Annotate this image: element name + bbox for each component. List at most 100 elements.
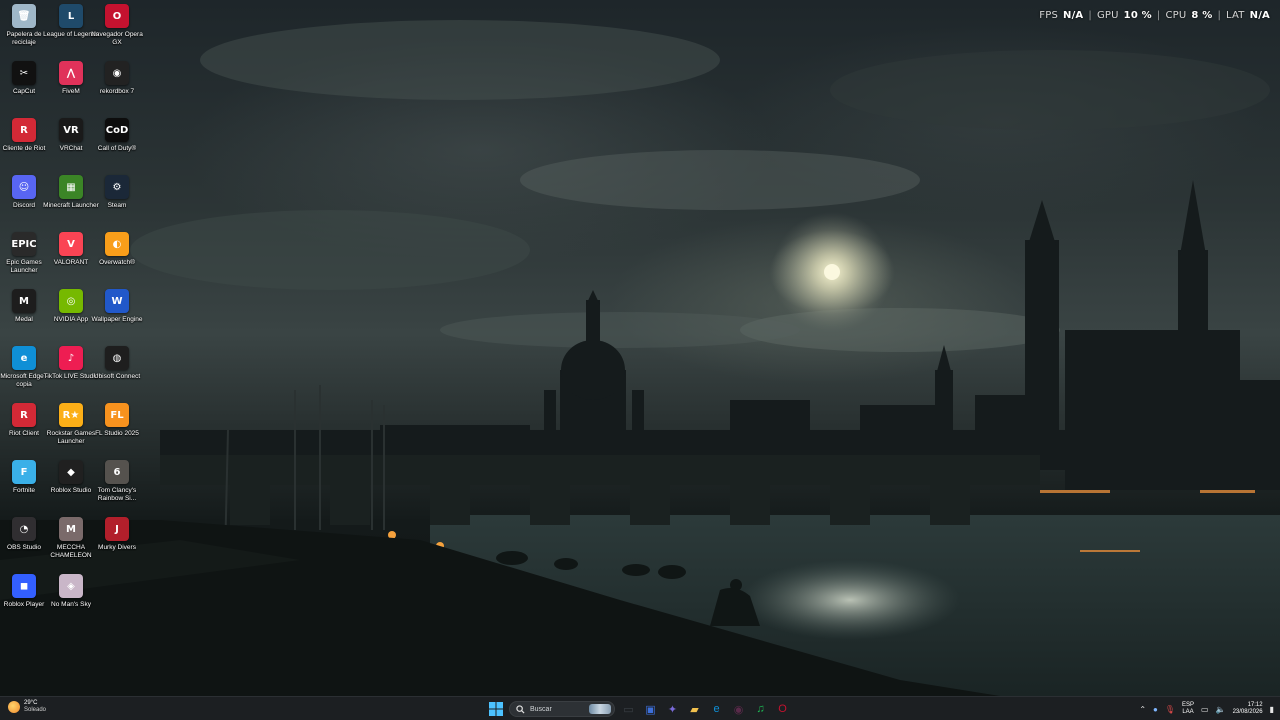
fps-value: N/A [1063,10,1084,21]
desktop-icon-label: FL Studio 2025 [95,430,139,437]
wallpaper-moonlit-city [0,20,1280,696]
desktop-icon-obs[interactable]: ◔ OBS Studio [0,517,48,552]
store-icon: ▣ [645,703,656,716]
desktop-icon-ubisoft[interactable]: ◍ Ubisoft Connect [93,346,141,381]
search-box[interactable]: Buscar [509,701,615,717]
desktop-icon-overwatch[interactable]: ◐ Overwatch® [93,232,141,267]
desktop-icon-wallpaper-engine[interactable]: W Wallpaper Engine [91,289,143,324]
desktop-icon-nvidia[interactable]: ◎ NVIDIA App [47,289,95,324]
desktop-icon-steam[interactable]: ⚙ Steam [93,175,141,210]
app-taskbar-button[interactable]: ◉ [730,701,747,718]
desktop: FPS N/A | GPU 10 % | CPU 8 % | LAT N/A 🗑… [0,0,1280,696]
discord-icon: ☺ [12,175,36,199]
search-icon [516,704,525,714]
desktop-icon-label: Murky Divers [98,544,136,551]
task-view-icon: ▭ [623,703,634,716]
search-placeholder: Buscar [530,705,552,713]
desktop-icon-no-mans-sky[interactable]: ◈ No Man's Sky [47,574,95,609]
chevron-up-icon[interactable]: ⌃ [1139,705,1146,714]
nvidia-icon: ◎ [59,289,83,313]
tray-app-icon[interactable]: ● [1153,705,1158,714]
desktop-icon-vrchat[interactable]: VR VRChat [47,118,95,153]
task-view-button[interactable]: ▭ [620,701,637,718]
spotify-icon: ♫ [756,703,765,715]
desktop-icon-fl-studio[interactable]: FL FL Studio 2025 [93,403,141,438]
desktop-icon-label: Ubisoft Connect [93,373,141,380]
system-tray: ⌃ ● 🎙 ESP LAA ▭ 🔈 17:12 23/08/2026 ▮ [1139,700,1274,718]
overwatch-icon: ◐ [105,232,129,256]
league-icon: L [59,4,83,28]
desktop-icon-label: Steam [107,202,127,209]
desktop-icon-valorant[interactable]: V VALORANT [47,232,95,267]
edge-taskbar-button[interactable]: e [708,701,725,718]
clock-date: 23/08/2026 [1232,709,1263,715]
desktop-icon-riot-client[interactable]: R Cliente de Riot [0,118,48,153]
minecraft-icon: ▦ [59,175,83,199]
weather-widget[interactable]: 29°C Soleado [8,700,46,714]
spotify-button[interactable]: ♫ [752,701,769,718]
desktop-icon-fivem[interactable]: ⋀ FiveM [47,61,95,96]
sun-icon [8,701,20,713]
meccha-chameleon-icon: M [59,517,83,541]
desktop-icon-minecraft[interactable]: ▦ Minecraft Launcher [43,175,99,210]
murky-divers-icon: J [105,517,129,541]
separator: | [1088,10,1092,21]
rainbow-six-icon: 6 [105,460,129,484]
lat-label: LAT [1226,10,1245,21]
recycle-bin-icon: 🗑 [12,4,36,28]
roblox-studio-icon: ◆ [59,460,83,484]
obs-icon: ◔ [12,517,36,541]
store-button[interactable]: ▣ [642,701,659,718]
opera-gx-icon: O [105,4,129,28]
opera-gx-taskbar-icon: O [778,703,787,715]
no-mans-sky-icon: ◈ [59,574,83,598]
desktop-icon-fortnite[interactable]: F Fortnite [0,460,48,495]
cpu-label: CPU [1165,10,1187,21]
performance-overlay: FPS N/A | GPU 10 % | CPU 8 % | LAT N/A [1039,10,1270,21]
desktop-icon-riot-client-2[interactable]: R Riot Client [0,403,48,438]
copilot-button[interactable]: ✦ [664,701,681,718]
network-icon[interactable]: ▭ [1201,705,1209,714]
desktop-icon-league[interactable]: L League of Legends [43,4,99,39]
desktop-icon-label: Tom Clancy's Rainbow Si... [97,487,137,502]
clock-time: 17:12 [1247,702,1263,708]
desktop-icon-opera-gx[interactable]: O Navegador Opera GX [91,4,143,46]
capcut-icon: ✂ [12,61,36,85]
desktop-icon-recycle-bin[interactable]: 🗑 Papelera de reciclaje [0,4,48,46]
valorant-icon: V [59,232,83,256]
medal-icon: M [12,289,36,313]
weather-condition: Soleado [24,707,47,713]
desktop-icon-epic-games[interactable]: EPIC Epic Games Launcher [0,232,48,274]
microphone-icon[interactable]: 🎙 [1165,705,1175,714]
desktop-icon-edge[interactable]: e Microsoft Edge - copia [0,346,48,388]
desktop-icon-rekordbox[interactable]: ◉ rekordbox 7 [93,61,141,96]
start-button[interactable] [488,701,504,717]
desktop-icon-roblox-player[interactable]: ◼ Roblox Player [0,574,48,609]
clock[interactable]: 17:12 23/08/2026 [1233,702,1263,716]
notification-icon[interactable]: ▮ [1270,705,1274,714]
file-explorer-button[interactable]: ▰ [686,701,703,718]
riot-client-icon: R [12,118,36,142]
desktop-icon-label: Navegador Opera GX [91,31,143,46]
gpu-label: GPU [1096,10,1119,21]
desktop-icon-capcut[interactable]: ✂ CapCut [0,61,48,96]
desktop-icon-discord[interactable]: ☺ Discord [0,175,48,210]
desktop-icon-tiktok-live[interactable]: ♪ TikTok LIVE Studio [44,346,98,381]
desktop-icon-meccha-chameleon[interactable]: M MECCHA CHAMELEON [47,517,95,559]
desktop-icon-label: Wallpaper Engine [91,316,143,323]
desktop-icon-label: rekordbox 7 [99,88,135,95]
call-of-duty-icon: CoD [105,118,129,142]
desktop-icon-call-of-duty[interactable]: CoD Call of Duty® [93,118,141,153]
volume-icon[interactable]: 🔈 [1216,705,1226,714]
language-indicator[interactable]: ESP LAA [1182,702,1194,716]
desktop-icon-roblox-studio[interactable]: ◆ Roblox Studio [47,460,95,495]
lang-primary: ESP [1182,702,1195,708]
gpu-value: 10 % [1123,10,1152,21]
tiktok-live-icon: ♪ [59,346,83,370]
desktop-icon-medal[interactable]: M Medal [0,289,48,324]
desktop-icon-murky-divers[interactable]: J Murky Divers [93,517,141,552]
rekordbox-icon: ◉ [105,61,129,85]
opera-gx-taskbar-button[interactable]: O [774,701,791,718]
desktop-icon-rainbow-six[interactable]: 6 Tom Clancy's Rainbow Si... [93,460,141,502]
desktop-icon-rockstar[interactable]: R★ Rockstar Games Launcher [47,403,95,445]
